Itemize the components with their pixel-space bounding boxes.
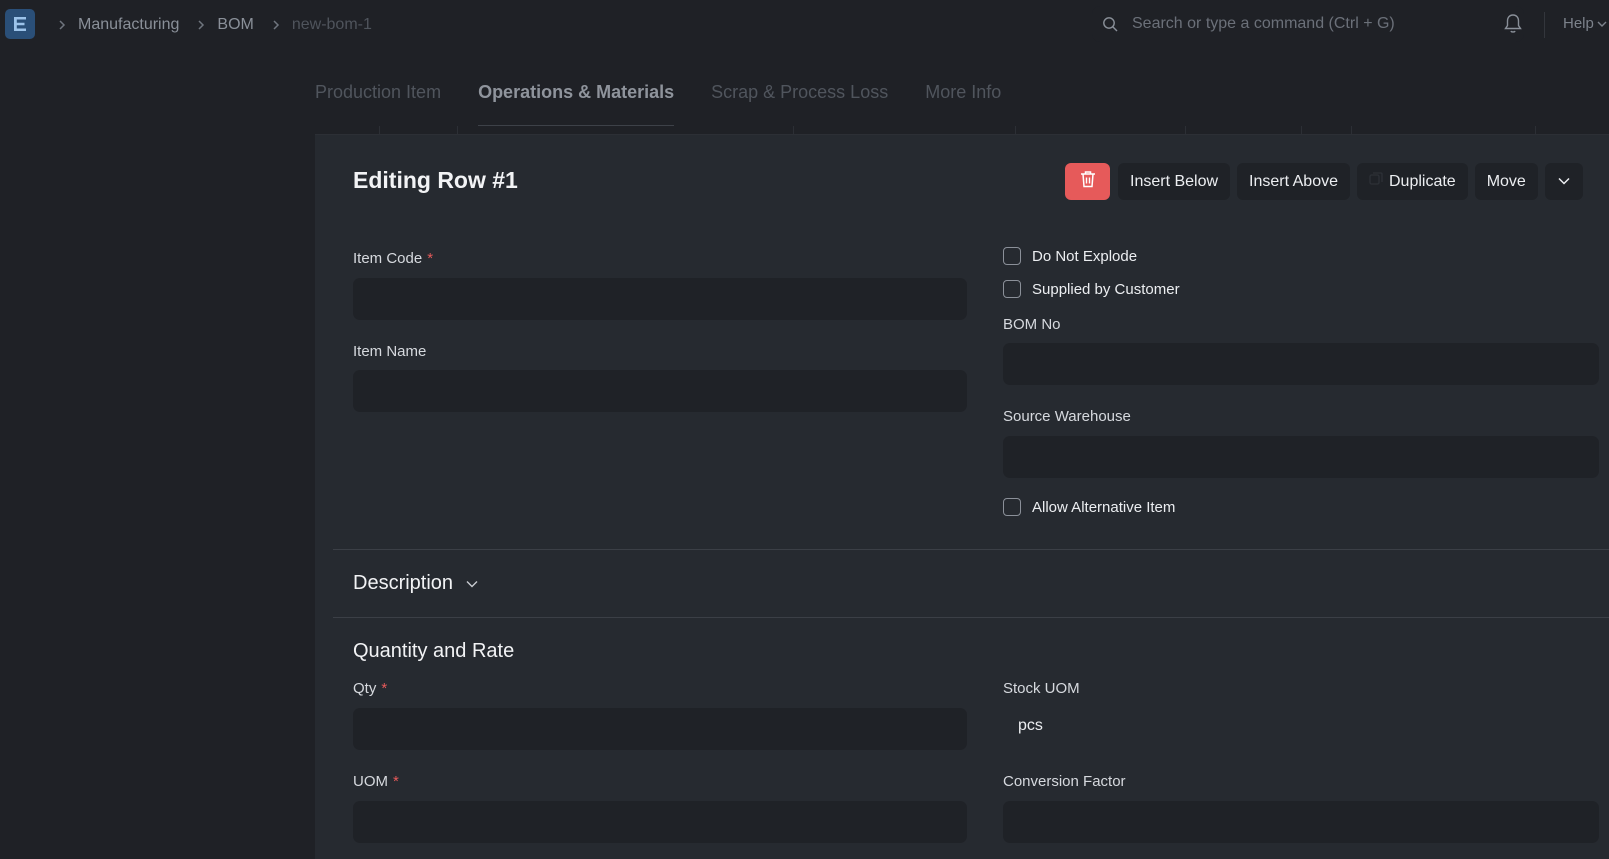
- breadcrumb-item-manufacturing[interactable]: Manufacturing: [78, 16, 179, 34]
- sidebar: [0, 50, 288, 859]
- item-code-label: Item Code *: [353, 250, 433, 267]
- help-dropdown[interactable]: Help: [1563, 15, 1607, 32]
- required-marker: *: [393, 773, 399, 790]
- supplied-by-customer-row[interactable]: Supplied by Customer: [1003, 280, 1180, 298]
- delete-row-button[interactable]: [1065, 163, 1110, 200]
- required-marker: *: [381, 680, 388, 697]
- section-divider: [333, 617, 1609, 618]
- navbar-divider: [1544, 12, 1545, 38]
- conversion-factor-label: Conversion Factor: [1003, 773, 1126, 790]
- qty-label-text: Qty: [353, 680, 377, 697]
- qty-label: Qty *: [353, 680, 387, 697]
- supplied-by-customer-checkbox[interactable]: [1003, 280, 1021, 298]
- tab-operations-materials[interactable]: Operations & Materials: [478, 62, 675, 126]
- search-input[interactable]: [1132, 6, 1512, 42]
- allow-alternative-item-row[interactable]: Allow Alternative Item: [1003, 498, 1175, 516]
- tab-scrap-process-loss[interactable]: Scrap & Process Loss: [711, 62, 888, 126]
- more-actions-button[interactable]: [1544, 163, 1583, 200]
- copy-icon: [1369, 172, 1383, 191]
- move-button[interactable]: Move: [1474, 163, 1538, 200]
- tab-production-item[interactable]: Production Item: [315, 62, 441, 126]
- uom-label: UOM *: [353, 773, 399, 790]
- description-section-title: Description: [353, 572, 454, 594]
- do-not-explode-checkbox[interactable]: [1003, 247, 1021, 265]
- section-divider: [333, 549, 1609, 550]
- chevron-right-icon: [191, 15, 211, 35]
- item-name-label: Item Name: [353, 343, 427, 360]
- bom-no-input[interactable]: [1003, 343, 1599, 385]
- item-code-input[interactable]: [353, 278, 967, 320]
- bell-icon[interactable]: [1503, 13, 1523, 39]
- chevron-down-icon: [465, 572, 479, 595]
- do-not-explode-label: Do Not Explode: [1032, 247, 1138, 265]
- stock-uom-value: pcs: [1018, 717, 1043, 734]
- qty-input[interactable]: [353, 708, 967, 750]
- required-marker: *: [427, 250, 434, 267]
- help-label: Help: [1563, 15, 1594, 32]
- conversion-factor-input[interactable]: [1003, 801, 1599, 843]
- search-icon: [1102, 16, 1119, 37]
- chevron-right-icon: [266, 15, 286, 35]
- allow-alternative-item-label: Allow Alternative Item: [1032, 498, 1176, 516]
- duplicate-label: Duplicate: [1389, 172, 1456, 190]
- navbar: Manufacturing BOM new-bom-1 Help: [0, 0, 1609, 50]
- form-tabs: Production Item Operations & Materials S…: [315, 62, 1038, 126]
- bom-no-label: BOM No: [1003, 316, 1061, 333]
- insert-above-button[interactable]: Insert Above: [1237, 163, 1350, 200]
- chevron-right-icon: [52, 15, 72, 35]
- breadcrumb-item-bom[interactable]: BOM: [217, 16, 253, 34]
- source-warehouse-label: Source Warehouse: [1003, 408, 1131, 425]
- description-section-toggle[interactable]: Description: [353, 572, 479, 595]
- insert-below-button[interactable]: Insert Below: [1118, 163, 1231, 200]
- row-editor-panel: Editing Row #1 Insert Below Insert Above: [315, 135, 1609, 859]
- uom-input[interactable]: [353, 801, 967, 843]
- panel-title: Editing Row #1: [353, 167, 518, 193]
- stock-uom-label: Stock UOM: [1003, 680, 1080, 697]
- trash-icon: [1079, 169, 1097, 194]
- allow-alternative-item-checkbox[interactable]: [1003, 498, 1021, 516]
- search-bar[interactable]: [1092, 6, 1524, 42]
- source-warehouse-input[interactable]: [1003, 436, 1599, 478]
- chevron-down-icon: [1597, 15, 1607, 32]
- duplicate-button[interactable]: Duplicate: [1357, 163, 1468, 200]
- breadcrumb: Manufacturing BOM new-bom-1: [52, 0, 384, 50]
- breadcrumb-item-current: new-bom-1: [291, 16, 372, 33]
- app-logo-icon[interactable]: [5, 9, 35, 39]
- chevron-down-icon: [1557, 173, 1571, 191]
- quantity-rate-section-title: Quantity and Rate: [353, 640, 515, 662]
- uom-label-text: UOM: [353, 773, 388, 790]
- row-actions: Insert Below Insert Above Duplicate Move: [1065, 163, 1583, 201]
- supplied-by-customer-label: Supplied by Customer: [1032, 280, 1180, 298]
- item-code-label-text: Item Code: [353, 250, 423, 267]
- do-not-explode-row[interactable]: Do Not Explode: [1003, 247, 1137, 265]
- item-name-input[interactable]: [353, 370, 967, 412]
- tab-more-info[interactable]: More Info: [925, 62, 1001, 126]
